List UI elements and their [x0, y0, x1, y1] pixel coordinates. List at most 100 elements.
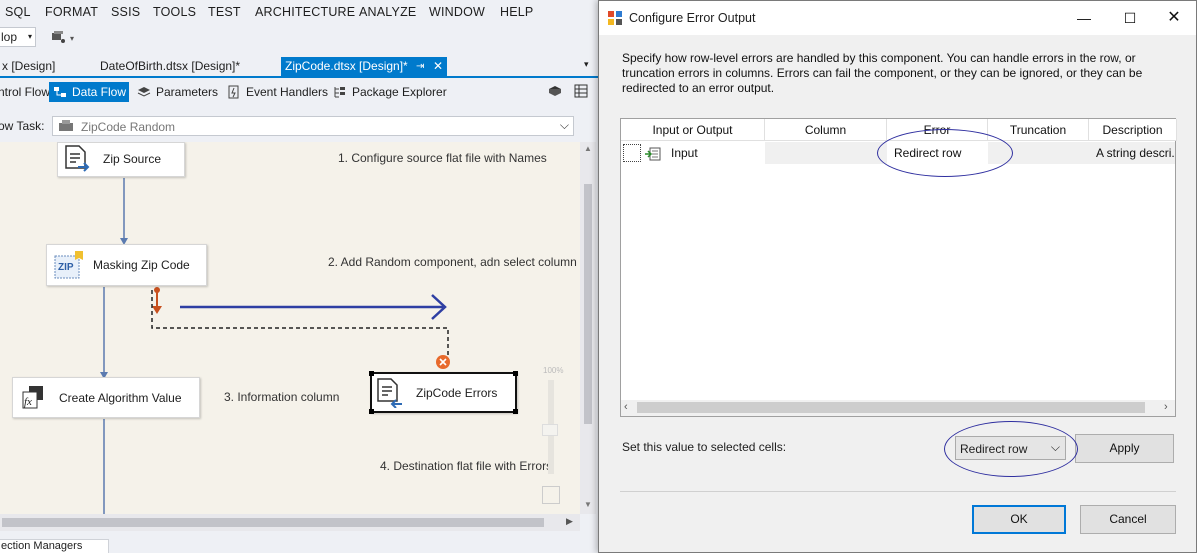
document-tabs: x [Design] DateOfBirth.dtsx [Design]* Zi…: [0, 57, 600, 78]
col-description[interactable]: Description: [1089, 119, 1177, 141]
tab-event-handlers-label: Event Handlers: [246, 85, 329, 99]
dialog-title: Configure Error Output: [629, 11, 756, 25]
attach-icon[interactable]: [50, 29, 66, 45]
svg-text:fx: fx: [24, 396, 32, 408]
toolbar: lop ▾ ▾: [0, 24, 600, 52]
row-column-cell[interactable]: [765, 142, 887, 164]
row-description-cell[interactable]: A string descri...: [1089, 142, 1175, 164]
dialog-description: Specify how row-level errors are handled…: [622, 51, 1143, 95]
canvas-vertical-scrollbar[interactable]: ▲ ▼: [580, 142, 596, 514]
masking-zip-code-label: Masking Zip Code: [93, 258, 190, 272]
tab-event-handlers[interactable]: Event Handlers: [227, 82, 328, 102]
masking-zip-code-node[interactable]: ZIP Masking Zip Code: [46, 244, 207, 286]
zoom-box-icon[interactable]: [548, 84, 562, 98]
close-button[interactable]: ✕: [1151, 1, 1197, 35]
chevron-down-icon: ▾: [27, 32, 32, 41]
canvas-horizontal-scrollbar[interactable]: ▶: [0, 514, 580, 531]
col-truncation[interactable]: Truncation: [988, 119, 1089, 141]
apply-button[interactable]: Apply: [1075, 434, 1174, 463]
zip-component-icon: ZIP: [53, 250, 85, 280]
fit-view-icon[interactable]: [542, 486, 560, 504]
package-explorer-icon: [334, 87, 345, 98]
minimize-button[interactable]: —: [1061, 1, 1107, 35]
tab-dateofbirth[interactable]: DateOfBirth.dtsx [Design]*: [96, 57, 244, 76]
zip-badge-text: ZIP: [58, 262, 74, 273]
scroll-thumb[interactable]: [584, 184, 592, 424]
create-algorithm-node[interactable]: fx Create Algorithm Value: [12, 377, 200, 418]
tab-data-flow[interactable]: Data Flow: [49, 82, 129, 102]
zip-source-node[interactable]: Zip Source: [57, 142, 185, 177]
event-handlers-icon: [228, 85, 239, 99]
scroll-down-icon[interactable]: ▼: [584, 500, 592, 509]
close-icon[interactable]: ✕: [433, 57, 443, 76]
selection-handle[interactable]: [513, 409, 518, 414]
designer-tabs: ntrol Flow Data Flow Parameters Event Ha…: [0, 80, 600, 104]
bottom-panel: ection Managers: [0, 538, 600, 553]
zipcode-errors-label: ZipCode Errors: [416, 386, 498, 400]
ok-button[interactable]: OK: [972, 505, 1066, 534]
pin-icon[interactable]: ⇥: [416, 57, 424, 76]
note-1: 1. Configure source flat file with Names: [338, 151, 547, 165]
scroll-thumb[interactable]: [637, 402, 1145, 413]
parameters-icon: [137, 87, 151, 97]
data-flow-icon: [54, 87, 66, 97]
zoom-level: 100%: [543, 366, 564, 375]
selection-handle[interactable]: [513, 371, 518, 376]
tab-data-flow-label: Data Flow: [72, 85, 127, 99]
menu-window[interactable]: WINDOW: [429, 5, 485, 19]
row-selector[interactable]: [623, 144, 641, 162]
scroll-thumb[interactable]: [2, 518, 544, 527]
zoom-thumb[interactable]: [542, 424, 558, 436]
set-value-label: Set this value to selected cells:: [622, 440, 787, 454]
task-combo[interactable]: ZipCode Random ⌵: [52, 116, 574, 136]
create-algorithm-label: Create Algorithm Value: [59, 391, 182, 405]
menu-format[interactable]: FORMAT: [45, 5, 98, 19]
menu-tools[interactable]: TOOLS: [153, 5, 196, 19]
note-3: 3. Information column: [224, 390, 340, 404]
zipcode-errors-node[interactable]: ZipCode Errors: [369, 371, 518, 414]
chevron-down-icon: ⌵: [559, 118, 569, 132]
menu-ssis[interactable]: SSIS: [111, 5, 140, 19]
tab-overflow-icon[interactable]: ▾: [584, 59, 589, 70]
scroll-right-icon[interactable]: ▶: [566, 516, 573, 527]
cancel-button[interactable]: Cancel: [1080, 505, 1176, 534]
menu-bar: SQL FORMAT SSIS TOOLS TEST ARCHITECTURE …: [0, 0, 600, 24]
grid-horizontal-scrollbar[interactable]: ‹ ›: [621, 400, 1175, 416]
menu-sql[interactable]: SQL: [5, 5, 31, 19]
data-flow-canvas[interactable]: Zip Source ZIP Masking Zip Code fx Creat…: [0, 142, 580, 514]
overflow-icon[interactable]: ▾: [70, 34, 74, 43]
tab-connection-managers[interactable]: ection Managers: [0, 539, 110, 553]
selection-handle[interactable]: [369, 409, 374, 414]
zip-source-label: Zip Source: [103, 152, 162, 166]
flat-file-destination-icon: [376, 378, 404, 409]
selection-handle[interactable]: [369, 371, 374, 376]
annotation-ellipse: [877, 129, 1013, 177]
scroll-up-icon[interactable]: ▲: [584, 144, 592, 153]
menu-test[interactable]: TEST: [208, 5, 241, 19]
flat-file-source-icon: [64, 145, 90, 173]
maximize-button[interactable]: ☐: [1107, 1, 1153, 35]
variables-icon[interactable]: [574, 84, 588, 98]
menu-analyze[interactable]: ANALYZE: [359, 5, 416, 19]
tab-design-x[interactable]: x [Design]: [0, 57, 59, 76]
menu-help[interactable]: HELP: [500, 5, 533, 19]
note-4: 4. Destination flat file with Errors: [380, 459, 553, 473]
note-2: 2. Add Random component, adn select colu…: [328, 255, 577, 269]
solution-combo[interactable]: lop ▾: [0, 27, 36, 47]
zoom-slider[interactable]: 100%: [538, 364, 568, 514]
scroll-right-icon[interactable]: ›: [1164, 401, 1168, 413]
tab-zipcode[interactable]: ZipCode.dtsx [Design]* ⇥ ✕: [281, 57, 447, 76]
task-row: ow Task: ZipCode Random ⌵: [0, 112, 600, 140]
tab-package-explorer[interactable]: Package Explorer: [333, 82, 447, 102]
task-combo-value: ZipCode Random: [81, 120, 176, 134]
tab-control-flow[interactable]: ntrol Flow: [0, 82, 50, 102]
vs-designer: SQL FORMAT SSIS TOOLS TEST ARCHITECTURE …: [0, 0, 600, 553]
col-input-output[interactable]: Input or Output: [621, 119, 765, 141]
scroll-left-icon[interactable]: ‹: [624, 401, 628, 413]
row-input-cell[interactable]: Input: [621, 142, 765, 164]
divider: [620, 491, 1176, 492]
menu-architecture[interactable]: ARCHITECTURE: [255, 5, 355, 19]
tab-parameters[interactable]: Parameters: [137, 82, 218, 102]
annotation-ellipse: [944, 421, 1078, 477]
col-column[interactable]: Column: [765, 119, 887, 141]
